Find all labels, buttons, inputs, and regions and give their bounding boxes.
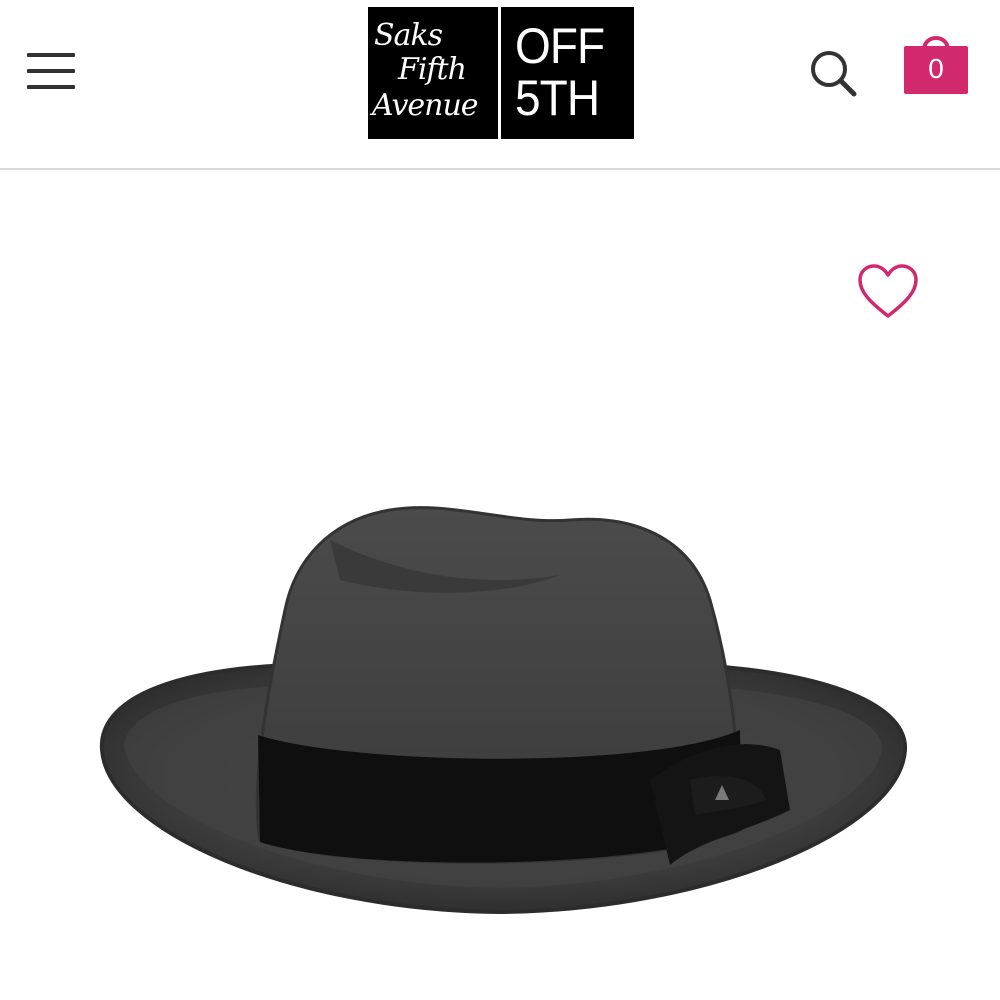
cart-button[interactable]: 0 bbox=[900, 28, 972, 96]
logo-brand-line1: Saks bbox=[374, 18, 443, 53]
add-to-wishlist-button[interactable] bbox=[856, 262, 920, 322]
search-icon bbox=[811, 51, 857, 97]
site-header: Saks Fifth Avenue OFF 5TH 0 bbox=[0, 0, 1000, 170]
logo-sub-line2: 5TH bbox=[515, 70, 600, 126]
saks-off5th-logo[interactable]: Saks Fifth Avenue OFF 5TH bbox=[368, 7, 634, 139]
logo-sub-line1: OFF bbox=[515, 18, 605, 74]
fedora-hat-image bbox=[99, 506, 908, 915]
logo-brand-line2: Fifth bbox=[398, 52, 467, 87]
logo-brand-line3: Avenue bbox=[372, 88, 479, 123]
product-image[interactable] bbox=[90, 480, 920, 960]
search-button[interactable] bbox=[806, 46, 860, 100]
heart-outline-icon bbox=[858, 264, 918, 318]
saks-fifth-avenue-wordmark: Saks Fifth Avenue bbox=[368, 7, 498, 139]
off5th-wordmark: OFF 5TH bbox=[501, 7, 634, 139]
menu-button[interactable] bbox=[22, 46, 82, 96]
product-page: Saks Fifth Avenue OFF 5TH 0 bbox=[0, 0, 1000, 1000]
cart-count-badge: 0 bbox=[928, 53, 944, 84]
